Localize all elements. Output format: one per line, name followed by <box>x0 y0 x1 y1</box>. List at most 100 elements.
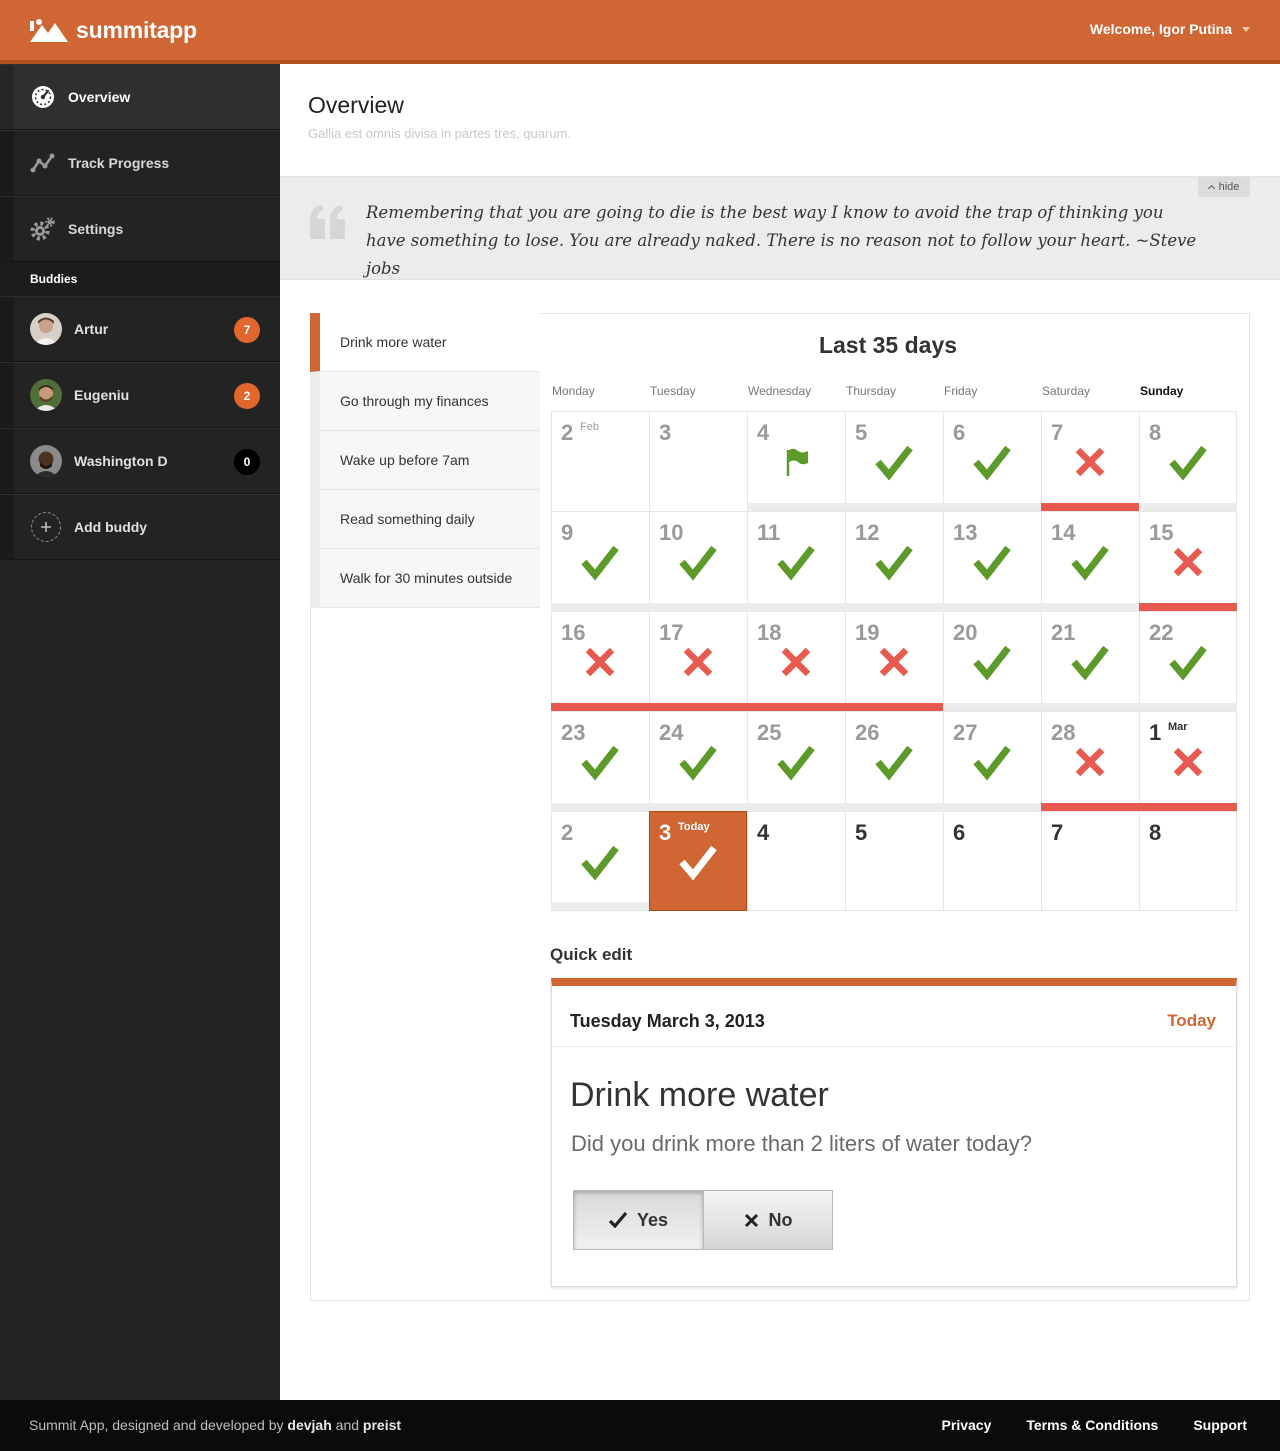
footer-link-terms[interactable]: Terms & Conditions <box>1026 1417 1158 1433</box>
calendar-day[interactable]: 8 <box>1139 811 1237 911</box>
weekday-label: Thursday <box>846 384 897 398</box>
calendar-day[interactable]: 4 <box>747 811 845 911</box>
sidebar-item-settings[interactable]: Settings <box>0 196 280 262</box>
calendar-day[interactable]: 6 <box>943 811 1041 911</box>
flag-icon <box>776 442 816 482</box>
calendar-day[interactable]: 18 <box>747 611 846 711</box>
calendar-day[interactable]: 10 <box>649 511 748 611</box>
cross-icon <box>1070 442 1110 482</box>
calendar-day[interactable]: 15 <box>1139 511 1237 611</box>
calendar-day[interactable]: 5 <box>845 811 943 911</box>
habit-list: Drink more water Go through my finances … <box>310 313 540 608</box>
calendar-day[interactable]: 20 <box>943 611 1042 711</box>
calendar-day[interactable]: 22 <box>1139 611 1237 711</box>
author-link[interactable]: preist <box>363 1417 401 1433</box>
weekday-label: Tuesday <box>650 384 696 398</box>
calendar-day[interactable]: 2 Feb <box>551 411 649 511</box>
quick-edit-heading: Quick edit <box>550 945 633 964</box>
habit-item[interactable]: Read something daily <box>310 490 540 549</box>
habit-item[interactable]: Drink more water <box>310 313 540 372</box>
day-number: 5 <box>855 420 868 445</box>
calendar-title: Last 35 days <box>818 332 958 358</box>
yes-button[interactable]: Yes <box>574 1191 703 1249</box>
calendar-day[interactable]: 8 <box>1139 411 1237 511</box>
sidebar: Overview Track Progress Settings Buddies <box>0 64 280 1400</box>
habit-item[interactable]: Go through my finances <box>310 372 540 431</box>
calendar-day[interactable]: 4 <box>747 411 846 511</box>
status-strip <box>845 503 944 511</box>
user-menu[interactable]: Welcome, Igor Putina <box>1090 21 1250 37</box>
hide-quote-button[interactable]: hide <box>1198 177 1250 197</box>
buddy-item-artur[interactable]: Artur 7 <box>0 296 280 362</box>
buddy-item-washington-d[interactable]: Washington D 0 <box>0 428 280 494</box>
cross-icon <box>874 642 914 682</box>
day-number: 7 <box>1051 820 1064 845</box>
calendar-day[interactable]: 26 <box>845 711 944 811</box>
progress-chart-icon <box>30 150 56 176</box>
calendar-day[interactable]: 25 <box>747 711 846 811</box>
calendar-day[interactable]: 2 <box>551 811 650 911</box>
check-icon <box>972 542 1012 582</box>
check-icon <box>678 542 718 582</box>
day-number: 6 <box>953 820 966 845</box>
check-icon <box>972 442 1012 482</box>
calendar-day[interactable]: 24 <box>649 711 748 811</box>
calendar-day[interactable]: 17 <box>649 611 748 711</box>
check-icon <box>874 442 914 482</box>
status-strip <box>747 803 846 811</box>
status-strip <box>649 703 748 711</box>
weekday-label: Saturday <box>1042 384 1091 398</box>
calendar-day[interactable]: 16 <box>551 611 650 711</box>
footer-link-privacy[interactable]: Privacy <box>942 1417 992 1433</box>
weekday-label: Sunday <box>1140 384 1184 398</box>
calendar-day[interactable]: 7 <box>1041 411 1140 511</box>
calendar-day[interactable]: 27 <box>943 711 1042 811</box>
cross-icon <box>1168 542 1208 582</box>
calendar-day[interactable]: 21 <box>1041 611 1140 711</box>
avatar <box>30 379 62 411</box>
buddy-name: Artur <box>74 321 109 337</box>
hide-label: hide <box>1218 181 1240 193</box>
buddy-name: Washington D <box>74 453 168 469</box>
calendar-day[interactable]: 1 Mar <box>1139 711 1237 811</box>
check-icon <box>1168 442 1208 482</box>
sidebar-item-overview[interactable]: Overview <box>0 64 280 130</box>
day-number: 4 <box>757 420 770 445</box>
sidebar-item-label: Settings <box>68 221 124 237</box>
day-number: 8 <box>1149 420 1162 445</box>
habit-item[interactable]: Wake up before 7am <box>310 431 540 490</box>
buddy-item-eugeniu[interactable]: Eugeniu 2 <box>0 362 280 428</box>
calendar-day[interactable]: 3 Today <box>649 811 747 911</box>
calendar-day[interactable]: 14 <box>1041 511 1140 611</box>
calendar-day[interactable]: 11 <box>747 511 846 611</box>
status-strip <box>551 703 650 711</box>
credits-text: Summit App, designed and developed by <box>29 1417 284 1433</box>
habit-item[interactable]: Walk for 30 minutes outside <box>310 549 540 608</box>
calendar-day[interactable]: 12 <box>845 511 944 611</box>
no-button[interactable]: No <box>703 1191 832 1249</box>
add-buddy-button[interactable]: Add buddy <box>0 494 280 560</box>
calendar-day[interactable]: 19 <box>845 611 944 711</box>
calendar-day[interactable]: 9 <box>551 511 650 611</box>
footer-link-support[interactable]: Support <box>1193 1417 1247 1433</box>
calendar-day[interactable]: 13 <box>943 511 1042 611</box>
status-strip <box>1041 503 1140 511</box>
calendar-day[interactable]: 5 <box>845 411 944 511</box>
add-icon <box>30 511 62 543</box>
calendar-day[interactable]: 7 <box>1041 811 1139 911</box>
quick-edit-card: Tuesday March 3, 2013 Today Drink more w… <box>551 978 1237 1287</box>
day-number: 8 <box>1149 820 1162 845</box>
calendar-day[interactable]: 6 <box>943 411 1042 511</box>
calendar-grid: 2 Feb 3 4 5 6 7 8 9 10 11 12 13 14 15 16 17 18 19 20 21 22 23 2… <box>551 411 1238 912</box>
calendar-day[interactable]: 28 <box>1041 711 1140 811</box>
check-icon <box>678 742 718 782</box>
avatar <box>30 313 62 345</box>
app-name: summitapp <box>76 16 197 43</box>
calendar-day[interactable]: 23 <box>551 711 650 811</box>
author-link[interactable]: devjah <box>287 1417 331 1433</box>
sidebar-item-track-progress[interactable]: Track Progress <box>0 130 280 196</box>
app-logo[interactable]: summitapp <box>30 14 197 46</box>
quote-text: Remembering that you are going to die is… <box>366 203 1197 278</box>
check-icon <box>776 742 816 782</box>
calendar-day[interactable]: 3 <box>649 411 747 511</box>
